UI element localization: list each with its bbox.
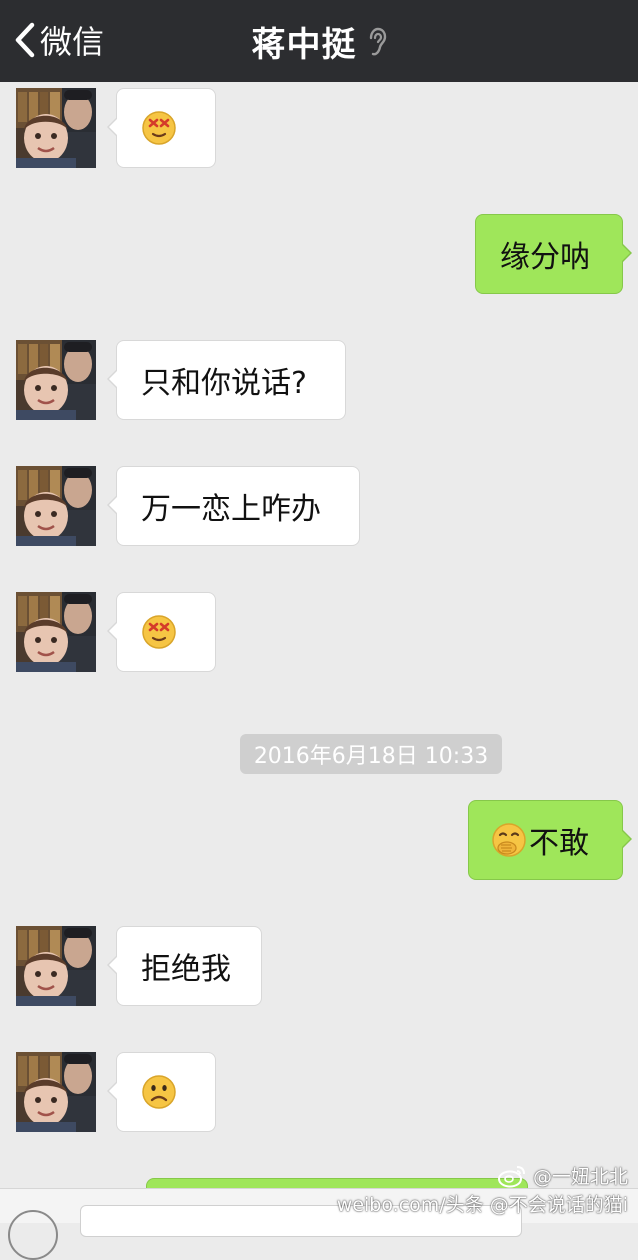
dizzy-eyes-emoji-icon bbox=[141, 110, 177, 146]
contact-avatar[interactable] bbox=[16, 340, 96, 420]
message-text: 只和你说话? bbox=[141, 366, 307, 401]
frowning-face-emoji-icon bbox=[141, 1074, 177, 1110]
message-text: 不敢 bbox=[529, 826, 589, 861]
message-bubble-right[interactable]: 不敢 bbox=[468, 800, 632, 880]
chat-title: 蒋中挺 bbox=[251, 25, 357, 65]
message-bubble-left[interactable]: 万一恋上咋办 bbox=[107, 466, 360, 546]
voice-input-button[interactable] bbox=[8, 1210, 58, 1260]
message-bubble-right[interactable]: 缘分呐 bbox=[475, 214, 632, 294]
contact-avatar[interactable] bbox=[16, 88, 96, 168]
message-bubble-left[interactable] bbox=[107, 88, 216, 168]
watermark-source: weibo.com/头条 @不会说话的猫i bbox=[336, 1194, 628, 1216]
hand-over-mouth-emoji-icon bbox=[491, 822, 527, 858]
message-text: 缘分呐 bbox=[500, 240, 590, 275]
message-bubble-left[interactable]: 只和你说话? bbox=[107, 340, 346, 420]
message-bubble-left[interactable] bbox=[107, 1052, 216, 1132]
watermark-weibo: @一妞北北 bbox=[497, 1162, 628, 1189]
contact-avatar[interactable] bbox=[16, 466, 96, 546]
nav-bar: 微信 蒋中挺 bbox=[0, 0, 638, 82]
ear-icon bbox=[369, 27, 386, 55]
chat-title-bar: 蒋中挺 bbox=[0, 17, 638, 66]
timestamp-badge: 2016年6月18日 10:33 bbox=[240, 734, 502, 774]
weibo-logo-icon bbox=[497, 1165, 525, 1187]
message-text: 拒绝我 bbox=[141, 952, 231, 987]
dizzy-eyes-emoji-icon bbox=[141, 614, 177, 650]
message-bubble-left[interactable]: 拒绝我 bbox=[107, 926, 262, 1006]
contact-avatar[interactable] bbox=[16, 1052, 96, 1132]
message-bubble-left[interactable] bbox=[107, 592, 216, 672]
watermark-handle: @一妞北北 bbox=[532, 1166, 628, 1188]
message-text: 万一恋上咋办 bbox=[141, 492, 321, 527]
contact-avatar[interactable] bbox=[16, 926, 96, 1006]
contact-avatar[interactable] bbox=[16, 592, 96, 672]
